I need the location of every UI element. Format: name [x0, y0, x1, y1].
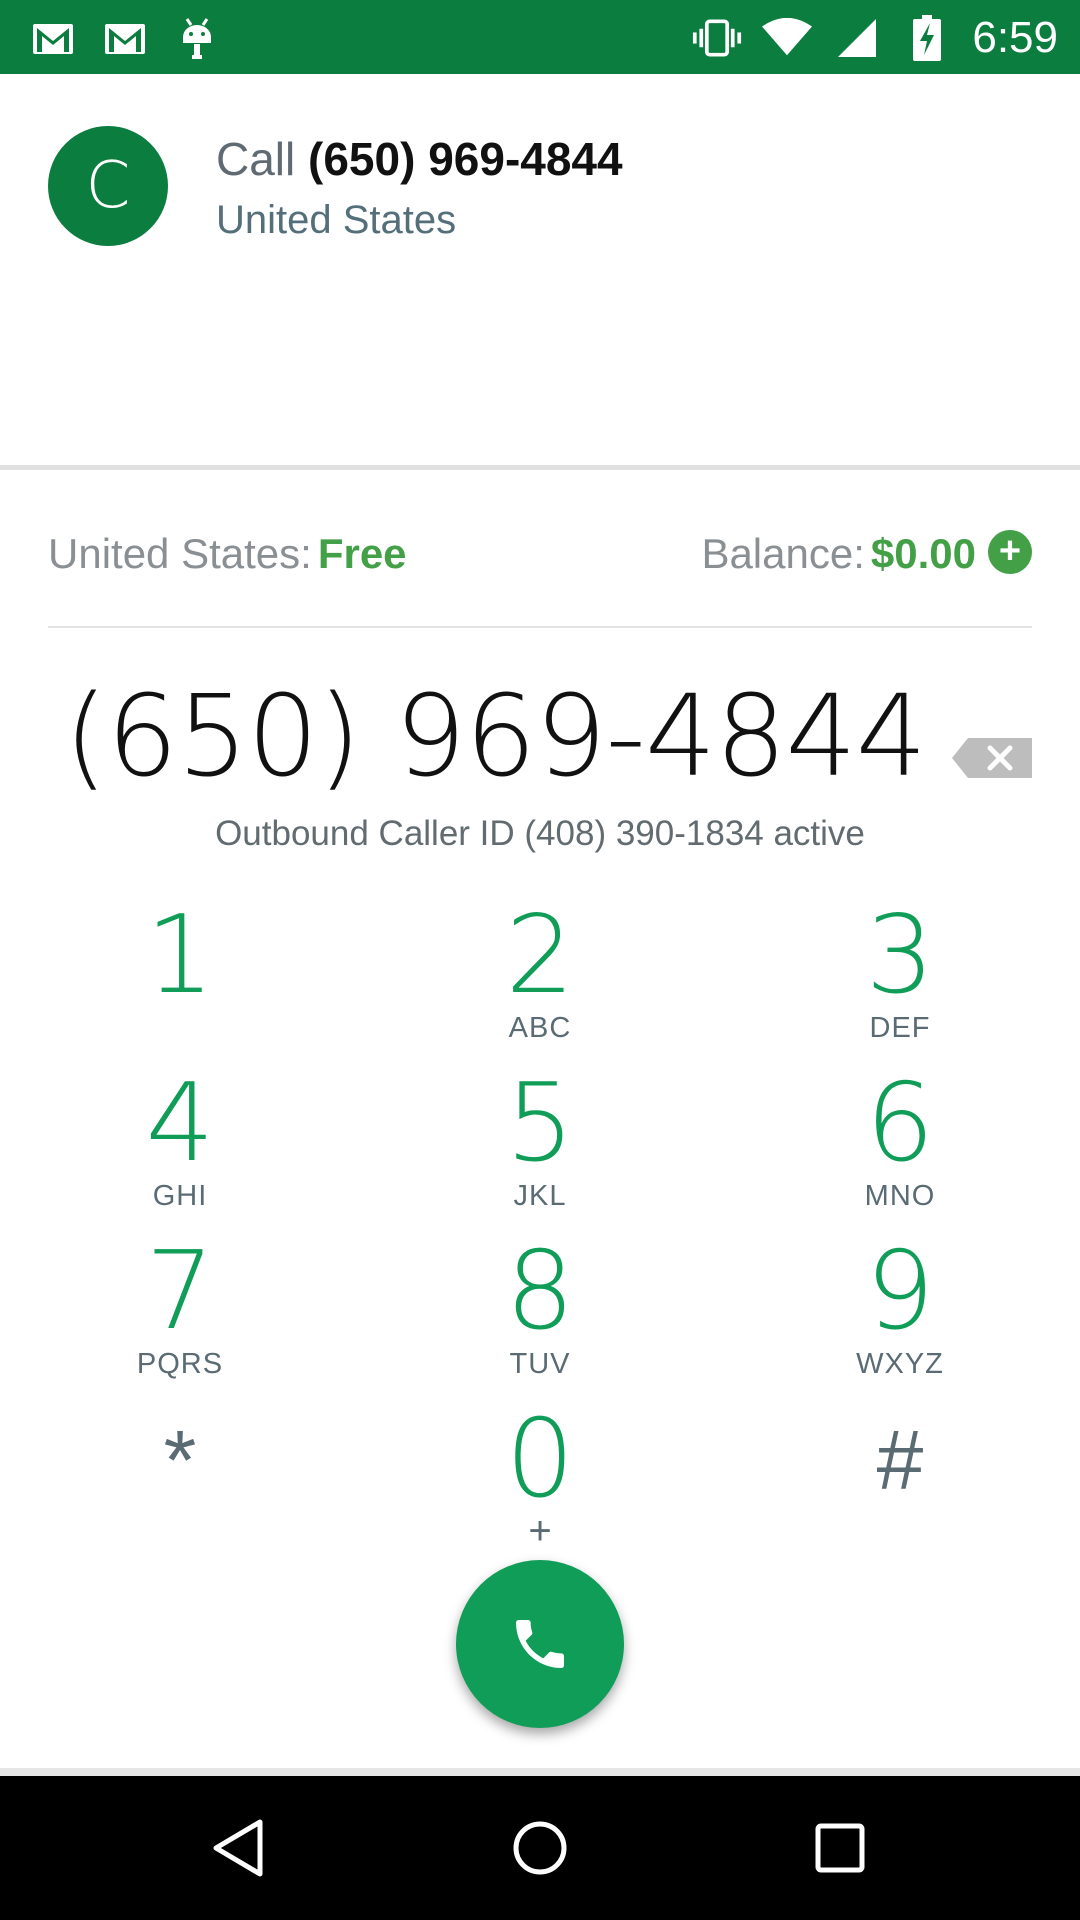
key-letters: ABC — [508, 1012, 572, 1044]
key-9[interactable]: 9 WXYZ — [780, 1236, 1020, 1396]
call-country: United States — [216, 198, 457, 242]
key-letters: GHI — [152, 1180, 208, 1212]
key-digit: 7 — [145, 1229, 215, 1354]
key-digit: 1 — [145, 893, 215, 1018]
call-prefix: Call — [216, 133, 296, 185]
key-letters: MNO — [864, 1180, 936, 1212]
key-7[interactable]: 7 PQRS — [60, 1236, 300, 1396]
key-star[interactable]: * — [60, 1404, 300, 1564]
battery-charging-icon — [902, 13, 952, 63]
vibrate-icon — [692, 13, 742, 63]
clock: 6:59 — [972, 13, 1058, 62]
call-target[interactable]: Call (650) 969-4844 — [216, 132, 623, 186]
call-number: (650) 969-4844 — [308, 133, 623, 185]
key-8[interactable]: 8 TUV — [420, 1236, 660, 1396]
key-0[interactable]: 0 + — [420, 1404, 660, 1564]
key-letters: DEF — [869, 1012, 931, 1044]
key-digit: 4 — [145, 1061, 215, 1186]
home-icon — [513, 1821, 567, 1875]
key-3[interactable]: 3 DEF — [780, 900, 1020, 1060]
home-button[interactable] — [508, 1816, 572, 1880]
divider — [48, 626, 1032, 628]
country-rate-value: Free — [317, 530, 407, 577]
balance-label: Balance: — [701, 530, 865, 577]
key-digit: 9 — [865, 1229, 935, 1354]
add-credit-button[interactable]: + — [988, 530, 1032, 574]
key-digit: 6 — [865, 1061, 935, 1186]
country-rate: United States: Free — [48, 530, 407, 578]
balance: Balance: $0.00 — [701, 530, 976, 578]
gmail-icon — [28, 14, 78, 64]
divider — [0, 1768, 1080, 1776]
key-4[interactable]: 4 GHI — [60, 1068, 300, 1228]
key-5[interactable]: 5 JKL — [420, 1068, 660, 1228]
back-icon — [213, 1819, 263, 1877]
key-hash[interactable]: # — [780, 1404, 1020, 1564]
key-6[interactable]: 6 MNO — [780, 1068, 1020, 1228]
gmail-icon — [100, 14, 150, 64]
key-letters: WXYZ — [856, 1348, 944, 1380]
key-1[interactable]: 1 — [60, 900, 300, 1060]
navigation-bar — [0, 1776, 1080, 1920]
key-letters: TUV — [509, 1348, 571, 1380]
wifi-icon — [762, 13, 813, 63]
notification-icons — [28, 14, 222, 64]
contact-header[interactable]: C Call (650) 969-4844 United States — [0, 74, 1080, 470]
key-letters: PQRS — [136, 1348, 224, 1380]
rates-row: United States: Free Balance: $0.00 + — [48, 522, 1032, 584]
dialed-number[interactable]: (650) 969-4844 — [60, 672, 930, 802]
backspace-icon — [952, 738, 1032, 778]
country-rate-label: United States: — [48, 530, 312, 577]
key-digit: 5 — [505, 1061, 575, 1186]
backspace-button[interactable] — [952, 736, 1032, 780]
key-letters: JKL — [513, 1180, 567, 1212]
key-digit: 8 — [505, 1229, 575, 1354]
avatar: C — [48, 126, 168, 246]
key-digit: 3 — [865, 893, 935, 1018]
key-plus: + — [528, 1509, 552, 1553]
call-button[interactable] — [456, 1560, 624, 1728]
cell-signal-icon — [832, 13, 882, 63]
status-bar: 6:59 — [0, 0, 1080, 74]
back-button[interactable] — [208, 1816, 272, 1880]
key-symbol: * — [163, 1413, 197, 1507]
android-debug-icon — [172, 14, 222, 64]
caller-id-status: Outbound Caller ID (408) 390-1834 active — [215, 814, 865, 853]
key-symbol: # — [876, 1413, 924, 1507]
phone-icon — [516, 1620, 564, 1668]
recents-button[interactable] — [808, 1816, 872, 1880]
key-digit: 2 — [505, 893, 575, 1018]
system-icons: 6:59 — [692, 10, 1058, 66]
key-2[interactable]: 2 ABC — [420, 900, 660, 1060]
recents-icon — [815, 1823, 865, 1873]
key-digit: 0 — [505, 1397, 575, 1522]
balance-value: $0.00 — [870, 530, 976, 577]
